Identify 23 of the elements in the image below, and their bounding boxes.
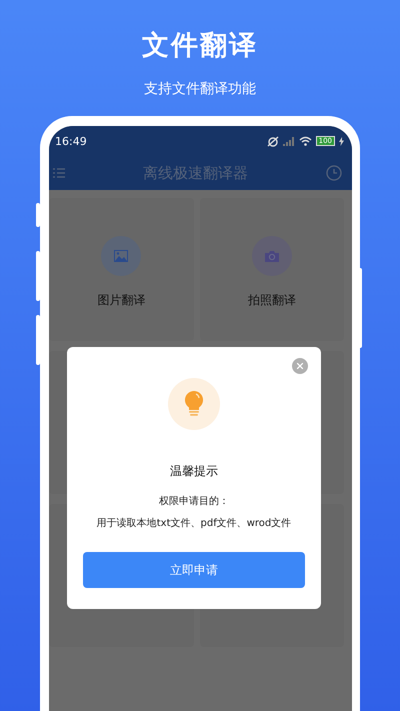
lightbulb-icon (168, 378, 220, 430)
purpose-label: 权限申请目的： (159, 494, 229, 508)
alarm-off-icon (266, 136, 279, 146)
camera-icon (252, 236, 292, 276)
charging-icon (339, 136, 344, 146)
clock-icon[interactable] (326, 165, 342, 181)
feature-label: 拍照翻译 (248, 292, 296, 309)
close-button[interactable] (292, 358, 308, 374)
purpose-text: 用于读取本地txt文件、pdf文件、wrod文件 (96, 516, 292, 530)
image-icon (101, 236, 142, 276)
menu-icon[interactable] (53, 168, 65, 178)
page-title: 文件翻译 (142, 29, 258, 63)
apply-button[interactable]: 立即申请 (83, 552, 305, 588)
close-icon (297, 363, 303, 369)
feature-label: 图片翻译 (97, 292, 146, 309)
signal-icon (282, 136, 295, 146)
wifi-icon (298, 136, 312, 146)
app-title: 离线极速翻译器 (143, 164, 248, 182)
feature-card[interactable]: 拍照翻译 (200, 198, 344, 341)
page-subtitle: 支持文件翻译功能 (144, 80, 256, 99)
dialog-title: 温馨提示 (170, 463, 218, 480)
status-time: 16:49 (55, 134, 87, 148)
feature-card[interactable]: 图片翻译 (49, 198, 194, 341)
